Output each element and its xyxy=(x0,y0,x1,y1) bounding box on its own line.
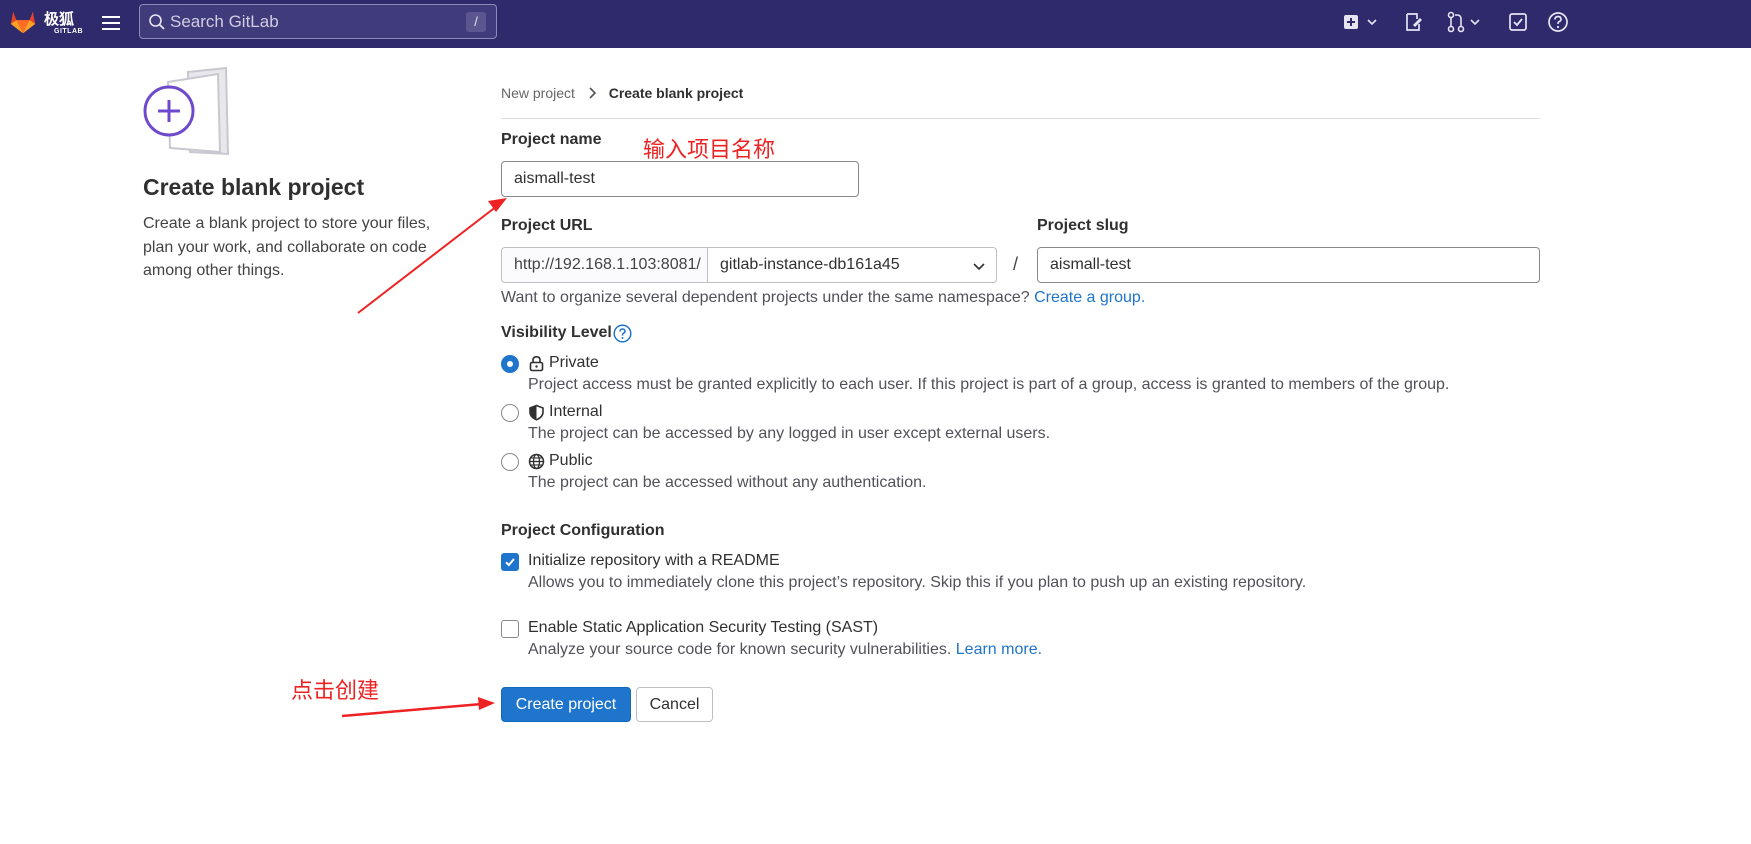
visibility-public-radio[interactable] xyxy=(501,453,519,471)
sast-label[interactable]: Enable Static Application Security Testi… xyxy=(528,619,878,637)
visibility-internal-description: The project can be accessed by any logge… xyxy=(528,425,1051,442)
project-slug-label: Project slug xyxy=(1037,217,1129,234)
visibility-private-description: Project access must be granted explicitl… xyxy=(528,376,1450,393)
todo-icon xyxy=(1509,13,1527,31)
visibility-internal-label[interactable]: Internal xyxy=(549,403,602,421)
top-navbar: 极狐 GITLAB / xyxy=(0,0,1751,48)
namespace-hint: Want to organize several dependent proje… xyxy=(501,289,1145,307)
chevron-down-icon xyxy=(973,263,985,271)
readme-description: Allows you to immediately clone this pro… xyxy=(528,574,1307,591)
shield-icon xyxy=(529,404,544,421)
chevron-right-icon xyxy=(589,87,596,99)
visibility-public-description: The project can be accessed without any … xyxy=(528,474,927,491)
breadcrumb-current: Create blank project xyxy=(608,85,744,101)
visibility-label-text: Visibility Level xyxy=(501,324,612,341)
namespace-hint-text: Want to organize several dependent proje… xyxy=(501,289,1030,306)
visibility-private-label[interactable]: Private xyxy=(549,354,599,372)
plus-square-icon xyxy=(1344,15,1377,29)
visibility-public-label[interactable]: Public xyxy=(549,452,593,470)
gitlab-logo-icon[interactable] xyxy=(8,6,38,36)
project-slug-input[interactable] xyxy=(1037,247,1540,283)
search-box[interactable]: / xyxy=(139,4,497,39)
help-icon xyxy=(1548,12,1568,32)
annotation-arrow-create xyxy=(341,702,483,718)
annotation-click-create: 点击创建 xyxy=(291,679,380,704)
annotation-enter-name: 输入项目名称 xyxy=(643,138,776,163)
create-group-link[interactable]: Create a group. xyxy=(1034,289,1145,306)
readme-checkbox[interactable] xyxy=(501,553,519,571)
visibility-label: Visibility Level xyxy=(501,324,612,342)
globe-icon xyxy=(528,453,545,470)
annotation-arrows xyxy=(341,198,507,718)
sast-checkbox[interactable] xyxy=(501,620,519,638)
sast-description: Analyze your source code for known secur… xyxy=(528,641,1042,659)
annotation-arrowhead-name xyxy=(488,198,507,212)
breadcrumb-divider xyxy=(501,118,1540,119)
project-configuration-label: Project Configuration xyxy=(501,522,665,539)
blank-project-illustration xyxy=(143,66,230,156)
issues-icon xyxy=(1406,13,1422,31)
check-icon xyxy=(505,558,515,567)
merge-request-icon xyxy=(1447,11,1480,33)
left-title: Create blank project xyxy=(143,174,365,200)
left-description: Create a blank project to store your fil… xyxy=(143,215,431,279)
search-input[interactable] xyxy=(170,5,460,38)
lock-icon xyxy=(529,355,544,372)
brand-name: 极狐 xyxy=(44,11,75,28)
issues-button[interactable] xyxy=(1403,10,1425,34)
namespace-select[interactable]: gitlab-instance-db161a45 xyxy=(707,247,997,283)
create-project-button[interactable]: Create project xyxy=(501,687,631,722)
sast-description-text: Analyze your source code for known secur… xyxy=(528,641,952,658)
project-name-label: Project name xyxy=(501,131,602,148)
readme-label[interactable]: Initialize repository with a README xyxy=(528,552,780,570)
project-url-label: Project URL xyxy=(501,217,593,234)
search-icon xyxy=(149,14,165,30)
visibility-private-radio[interactable] xyxy=(501,355,519,373)
learn-more-link[interactable]: Learn more. xyxy=(956,641,1042,658)
project-name-input[interactable] xyxy=(501,161,859,197)
namespace-value: gitlab-instance-db161a45 xyxy=(720,256,900,273)
help-button[interactable] xyxy=(1547,10,1569,34)
create-new-button[interactable] xyxy=(1342,10,1382,34)
todo-button[interactable] xyxy=(1507,10,1529,34)
cancel-button[interactable]: Cancel xyxy=(636,687,713,722)
breadcrumb-new-project[interactable]: New project xyxy=(501,85,575,101)
search-shortcut-badge: / xyxy=(466,12,486,32)
project-url-prefix: http://192.168.1.103:8081/ xyxy=(501,247,708,283)
breadcrumb: New project Create blank project xyxy=(501,83,743,103)
merge-requests-button[interactable] xyxy=(1445,10,1485,34)
annotation-arrowhead-create xyxy=(478,697,495,710)
question-circle-icon[interactable] xyxy=(613,324,632,343)
visibility-internal-radio[interactable] xyxy=(501,404,519,422)
slug-separator: / xyxy=(1013,254,1019,274)
brand-subtitle: GITLAB xyxy=(54,28,84,35)
hamburger-icon[interactable] xyxy=(100,12,122,34)
